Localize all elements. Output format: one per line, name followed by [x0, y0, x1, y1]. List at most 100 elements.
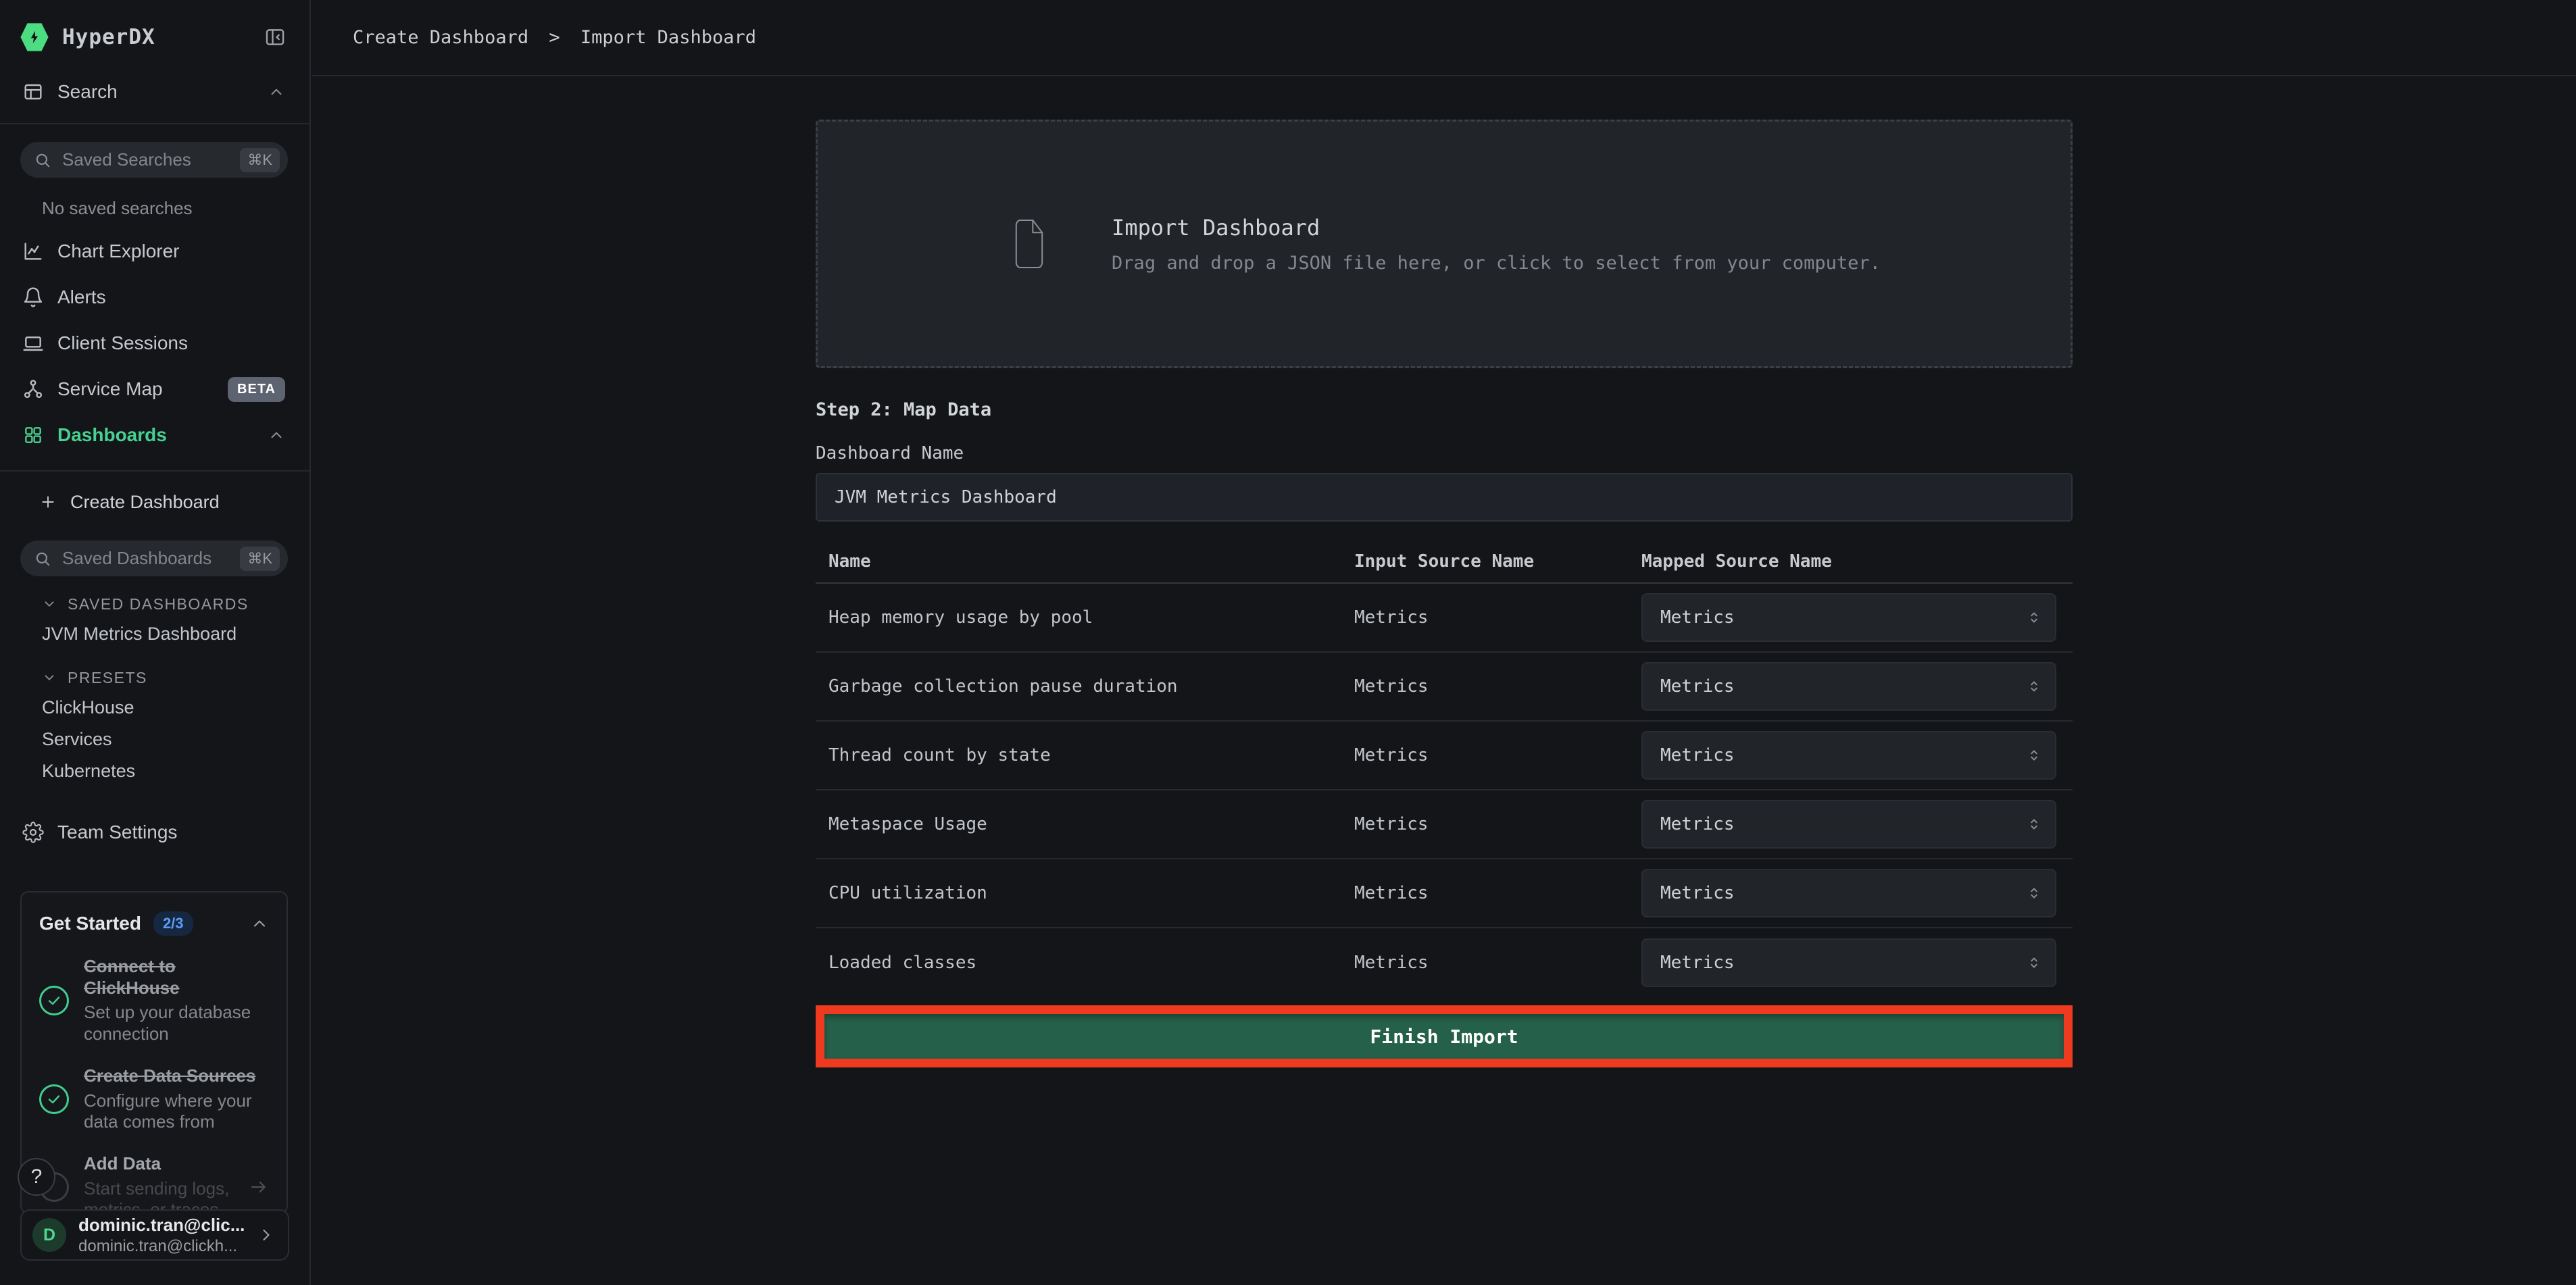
sidebar-item-label: Service Map: [57, 378, 163, 400]
get-started-item-sources[interactable]: Create Data Sources Configure where your…: [39, 1065, 269, 1133]
selector-chevrons-icon: [2025, 678, 2043, 695]
mapped-source-select[interactable]: Metrics: [1641, 869, 2056, 917]
sidebar-item-label: Chart Explorer: [57, 241, 180, 262]
row-name: CPU utilization: [816, 883, 1354, 903]
bell-icon: [22, 286, 44, 308]
row-input-source: Metrics: [1354, 676, 1641, 697]
breadcrumb: Create Dashboard > Import Dashboard: [353, 27, 756, 48]
task-subtitle: Start sending logs, metrics, or traces: [84, 1178, 234, 1214]
finish-import-button[interactable]: Finish Import: [824, 1014, 2064, 1059]
preset-list-item[interactable]: Services: [0, 724, 309, 755]
dashboards-grid-icon: [22, 424, 44, 446]
select-value: Metrics: [1660, 607, 1735, 628]
mapped-source-select[interactable]: Metrics: [1641, 938, 2056, 987]
sidebar-item-client-sessions[interactable]: Client Sessions: [0, 320, 309, 366]
avatar: D: [32, 1218, 66, 1252]
shortcut-badge: ⌘K: [240, 148, 280, 172]
sidebar-item-label: Alerts: [57, 286, 106, 308]
selector-chevrons-icon: [2025, 609, 2043, 626]
row-input-source: Metrics: [1354, 745, 1641, 765]
collapse-sidebar-icon[interactable]: [264, 26, 287, 49]
sidebar-item-team-settings[interactable]: Team Settings: [0, 810, 309, 855]
json-file-dropzone[interactable]: Import Dashboard Drag and drop a JSON fi…: [816, 120, 2073, 368]
breadcrumb-create-dashboard[interactable]: Create Dashboard: [353, 27, 528, 48]
no-saved-searches-text: No saved searches: [42, 198, 309, 219]
task-title: Create Data Sources: [84, 1065, 255, 1086]
task-subtitle: Set up your database connection: [84, 1002, 269, 1044]
row-name: Thread count by state: [816, 745, 1354, 765]
sidebar: HyperDX Search Saved Searches ⌘K No save…: [0, 0, 311, 1285]
table-row: Heap memory usage by pool Metrics Metric…: [816, 584, 2073, 653]
row-name: Garbage collection pause duration: [816, 676, 1354, 697]
table-row: Garbage collection pause duration Metric…: [816, 653, 2073, 722]
row-name: Heap memory usage by pool: [816, 607, 1354, 628]
table-row: Loaded classes Metrics Metrics: [816, 928, 2073, 997]
saved-dashboards-group-header[interactable]: SAVED DASHBOARDS: [42, 590, 309, 618]
beta-badge: BETA: [228, 377, 285, 402]
breadcrumb-separator: >: [549, 27, 560, 48]
sidebar-item-label: Search: [57, 81, 118, 103]
table-row: Thread count by state Metrics Metrics: [816, 722, 2073, 790]
dashboard-name-input[interactable]: JVM Metrics Dashboard: [816, 473, 2073, 522]
chart-icon: [22, 241, 44, 262]
table-row: CPU utilization Metrics Metrics: [816, 859, 2073, 928]
sidebar-item-alerts[interactable]: Alerts: [0, 274, 309, 320]
get-started-item-add-data[interactable]: Add Data Start sending logs, metrics, or…: [39, 1153, 269, 1214]
app-title: HyperDX: [62, 25, 155, 49]
gear-icon: [22, 822, 44, 843]
mapped-source-select[interactable]: Metrics: [1641, 662, 2056, 711]
get-started-header: Get Started 2/3: [39, 911, 269, 936]
check-circle-icon: [39, 1084, 69, 1114]
create-dashboard-label: Create Dashboard: [70, 492, 220, 513]
row-input-source: Metrics: [1354, 953, 1641, 973]
chevron-up-icon[interactable]: [268, 426, 285, 444]
select-value: Metrics: [1660, 953, 1735, 973]
saved-dashboards-input[interactable]: Saved Dashboards ⌘K: [20, 540, 288, 576]
task-title: Connect to ClickHouse: [84, 956, 180, 998]
hyperdx-logo-icon: [20, 23, 49, 51]
get-started-title: Get Started: [39, 913, 141, 934]
presets-group-header[interactable]: PRESETS: [42, 663, 309, 692]
sidebar-item-dashboards[interactable]: Dashboards: [0, 412, 309, 458]
topbar: Create Dashboard > Import Dashboard: [312, 0, 2576, 76]
sidebar-item-search[interactable]: Search: [0, 73, 309, 111]
file-icon: [1008, 216, 1051, 272]
breadcrumb-import-dashboard[interactable]: Import Dashboard: [580, 27, 756, 48]
row-name: Loaded classes: [816, 953, 1354, 973]
chevron-right-icon: [257, 1226, 276, 1244]
sidebar-item-service-map[interactable]: Service Map BETA: [0, 366, 309, 412]
column-header-name: Name: [816, 551, 1354, 572]
mapped-source-select[interactable]: Metrics: [1641, 593, 2056, 642]
saved-dashboards-placeholder: Saved Dashboards: [62, 548, 240, 569]
chevron-down-icon: [42, 670, 57, 685]
user-account-card[interactable]: D dominic.tran@clic... dominic.tran@clic…: [20, 1209, 289, 1261]
search-icon: [34, 151, 51, 169]
sidebar-item-chart-explorer[interactable]: Chart Explorer: [0, 228, 309, 274]
dashboard-name-label: Dashboard Name: [816, 443, 2073, 463]
preset-list-item[interactable]: Kubernetes: [0, 755, 309, 787]
preset-list-item[interactable]: ClickHouse: [0, 692, 309, 724]
get-started-item-connect[interactable]: Connect to ClickHouse Set up your databa…: [39, 956, 269, 1045]
select-value: Metrics: [1660, 676, 1735, 697]
main-area: Create Dashboard > Import Dashboard Impo…: [312, 0, 2576, 1285]
help-button[interactable]: ?: [18, 1158, 55, 1196]
search-page-icon: [22, 81, 44, 103]
column-header-input-source: Input Source Name: [1354, 551, 1641, 572]
plus-icon: [39, 493, 57, 511]
step-title: Step 2: Map Data: [816, 399, 2073, 420]
mapped-source-select[interactable]: Metrics: [1641, 800, 2056, 849]
dashboard-list-item[interactable]: JVM Metrics Dashboard: [0, 618, 309, 650]
app-root: HyperDX Search Saved Searches ⌘K No save…: [0, 0, 2576, 1285]
row-input-source: Metrics: [1354, 883, 1641, 903]
select-value: Metrics: [1660, 883, 1735, 903]
row-input-source: Metrics: [1354, 607, 1641, 628]
chevron-up-icon[interactable]: [250, 914, 269, 933]
chevron-up-icon[interactable]: [268, 83, 285, 101]
create-dashboard-button[interactable]: Create Dashboard: [0, 481, 309, 523]
user-name: dominic.tran@clic...: [78, 1215, 257, 1236]
check-circle-icon: [39, 986, 69, 1015]
arrow-right-icon: [249, 1177, 269, 1197]
saved-searches-input[interactable]: Saved Searches ⌘K: [20, 142, 288, 178]
row-input-source: Metrics: [1354, 814, 1641, 834]
mapped-source-select[interactable]: Metrics: [1641, 731, 2056, 780]
